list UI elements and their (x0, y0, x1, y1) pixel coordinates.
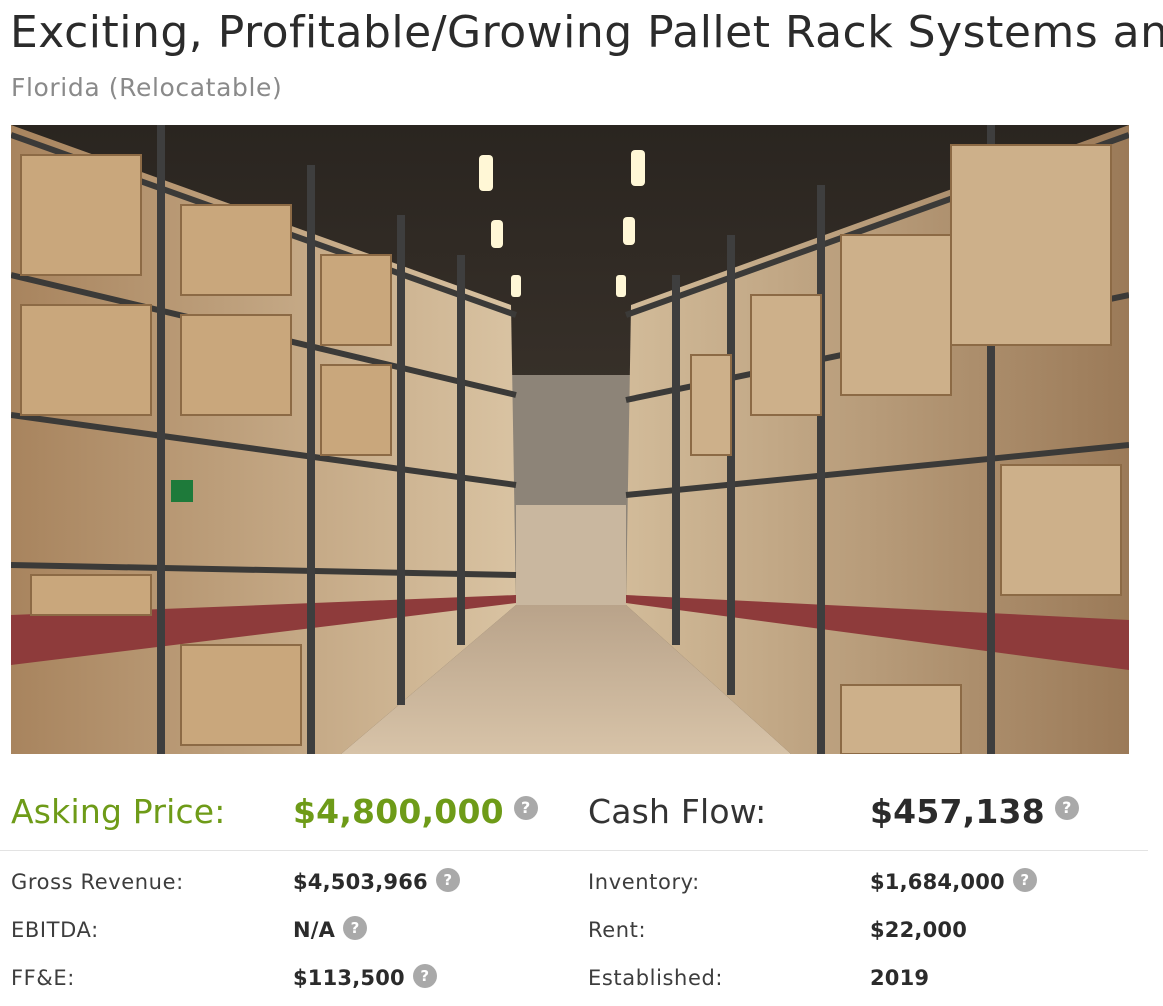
listing-page: Exciting, Profitable/Growing Pallet Rack… (0, 0, 1163, 1006)
cash-flow-value: $457,138? (870, 792, 1079, 832)
help-icon[interactable]: ? (1012, 868, 1037, 892)
inventory-amount: $1,684,000 (870, 870, 1005, 894)
listing-photo[interactable] (11, 125, 1129, 754)
asking-price-amount: $4,800,000 (293, 792, 504, 831)
gross-revenue-amount: $4,503,966 (293, 870, 428, 894)
help-icon[interactable]: ? (1054, 795, 1079, 820)
established-label: Established: (588, 966, 724, 990)
asking-price-value: $4,800,000? (293, 792, 538, 832)
listing-location: Florida (Relocatable) (11, 73, 283, 102)
divider (0, 850, 1148, 851)
ebitda-amount: N/A (293, 918, 336, 942)
gross-revenue-value: $4,503,966? (293, 868, 460, 896)
cash-flow-label: Cash Flow: (588, 792, 767, 831)
ebitda-label: EBITDA: (11, 918, 99, 942)
ffe-value: $113,500? (293, 964, 437, 992)
help-icon[interactable]: ? (343, 916, 368, 940)
inventory-value: $1,684,000? (870, 868, 1037, 896)
help-icon[interactable]: ? (435, 868, 460, 892)
inventory-label: Inventory: (588, 870, 700, 894)
rent-value: $22,000 (870, 918, 968, 942)
cash-flow-amount: $457,138 (870, 792, 1045, 831)
gross-revenue-label: Gross Revenue: (11, 870, 184, 894)
rent-label: Rent: (588, 918, 647, 942)
asking-price-label: Asking Price: (11, 792, 226, 831)
established-value: 2019 (870, 966, 930, 990)
ebitda-value: N/A? (293, 916, 368, 944)
ffe-label: FF&E: (11, 966, 75, 990)
help-icon[interactable]: ? (412, 964, 437, 988)
ffe-amount: $113,500 (293, 966, 405, 990)
help-icon[interactable]: ? (513, 795, 538, 820)
listing-title: Exciting, Profitable/Growing Pallet Rack… (10, 7, 1163, 58)
